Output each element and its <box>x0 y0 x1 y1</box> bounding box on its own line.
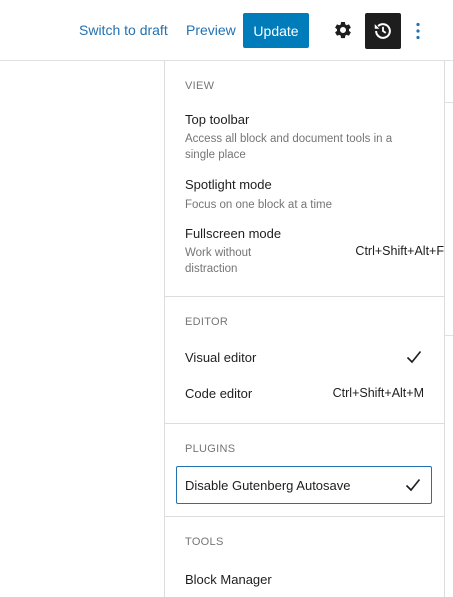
gear-icon <box>335 21 351 39</box>
item-label: Fullscreen mode <box>185 226 282 241</box>
item-label: Visual editor <box>185 350 257 365</box>
menu-item-code-editor[interactable]: Code editor Ctrl+Shift+Alt+M <box>165 379 444 409</box>
preview-button[interactable]: Preview <box>186 22 236 38</box>
check-icon <box>405 478 421 492</box>
item-description: Focus on one block at a time <box>185 199 333 211</box>
item-label: Block Manager <box>185 572 272 587</box>
options-menu-button[interactable] <box>410 17 426 45</box>
options-dropdown: VIEW Top toolbar Access all block and do… <box>164 61 445 597</box>
settings-button[interactable] <box>330 17 356 43</box>
section-title: TOOLS <box>185 536 224 548</box>
view-section: VIEW Top toolbar Access all block and do… <box>165 61 444 296</box>
more-vertical-icon <box>416 22 420 40</box>
item-label: Disable Gutenberg Autosave <box>185 478 351 493</box>
section-title: PLUGINS <box>185 443 236 455</box>
keyboard-shortcut: Ctrl+Shift+Alt+M <box>332 386 424 400</box>
switch-to-draft-button[interactable]: Switch to draft <box>79 22 168 38</box>
item-label: Top toolbar <box>185 112 250 127</box>
plugins-section: PLUGINS Disable Gutenberg Autosave <box>165 423 444 516</box>
menu-item-top-toolbar[interactable]: Top toolbar Access all block and documen… <box>185 112 425 163</box>
editor-header: Switch to draft Preview Update <box>0 0 453 61</box>
history-icon <box>374 23 391 39</box>
editor-section: EDITOR Visual editor Code editor Ctrl+Sh… <box>165 296 444 423</box>
section-title: VIEW <box>185 80 215 92</box>
menu-item-fullscreen-mode[interactable]: Fullscreen mode Work without distraction… <box>185 226 444 281</box>
keyboard-shortcut: Ctrl+Shift+Alt+F <box>355 244 444 258</box>
tools-section: TOOLS Block Manager <box>165 516 444 597</box>
revisions-button[interactable] <box>365 13 401 49</box>
menu-item-spotlight-mode[interactable]: Spotlight mode Focus on one block at a t… <box>185 177 425 213</box>
section-title: EDITOR <box>185 316 229 328</box>
update-button[interactable]: Update <box>243 13 309 48</box>
check-icon <box>406 350 422 364</box>
item-description: Work without distraction <box>185 247 252 275</box>
menu-item-block-manager[interactable]: Block Manager <box>165 564 444 594</box>
menu-item-visual-editor[interactable]: Visual editor <box>165 343 444 373</box>
item-description: Access all block and document tools in a… <box>185 133 393 161</box>
item-label: Code editor <box>185 386 253 401</box>
item-label: Spotlight mode <box>185 177 272 192</box>
menu-item-disable-gutenberg-autosave[interactable]: Disable Gutenberg Autosave <box>176 466 432 504</box>
